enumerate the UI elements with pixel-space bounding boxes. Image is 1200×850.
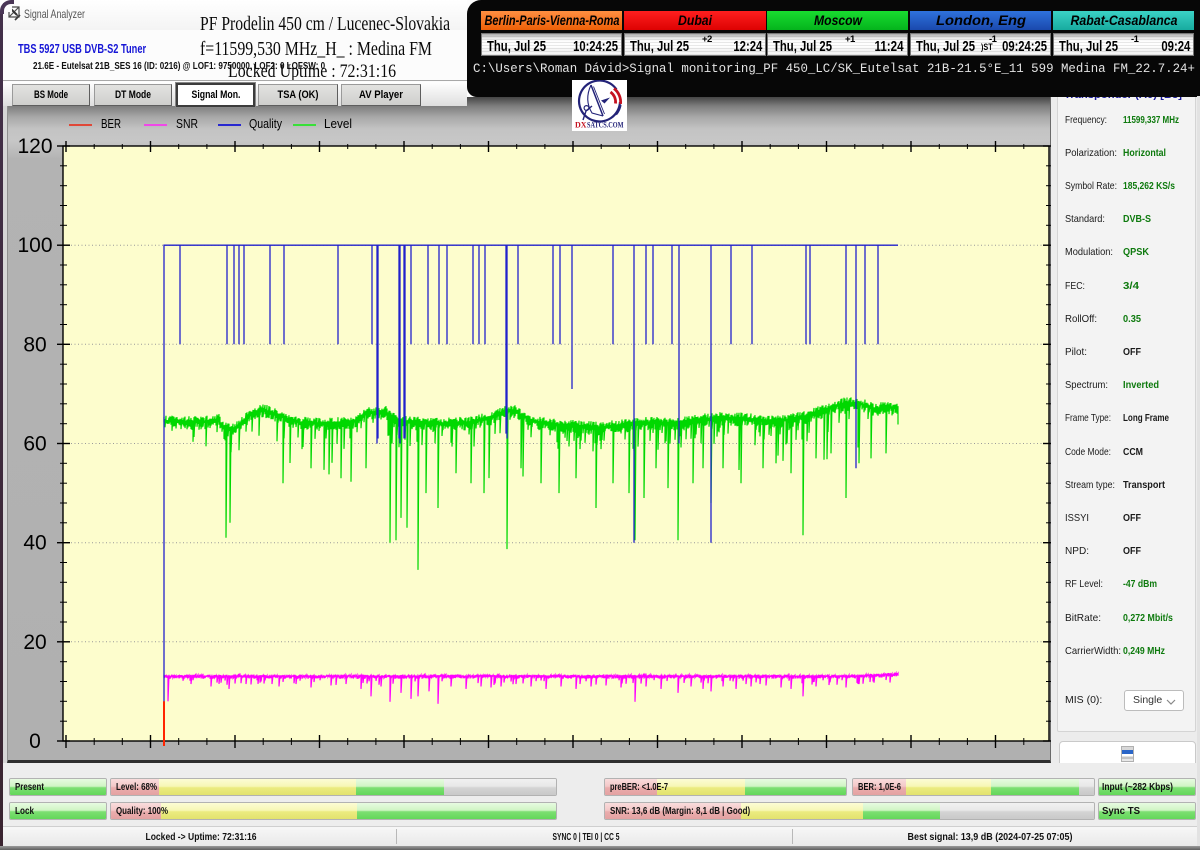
svg-text:60: 60 bbox=[23, 433, 46, 456]
svg-text:0: 0 bbox=[29, 730, 41, 753]
svg-text:SATCS.COM: SATCS.COM bbox=[587, 120, 624, 130]
svg-text:DX: DX bbox=[575, 120, 587, 130]
svg-text:120: 120 bbox=[17, 135, 52, 158]
svg-text:20: 20 bbox=[23, 631, 46, 654]
svg-text:100: 100 bbox=[17, 234, 52, 257]
svg-text:80: 80 bbox=[23, 333, 46, 356]
svg-text:40: 40 bbox=[23, 532, 46, 555]
